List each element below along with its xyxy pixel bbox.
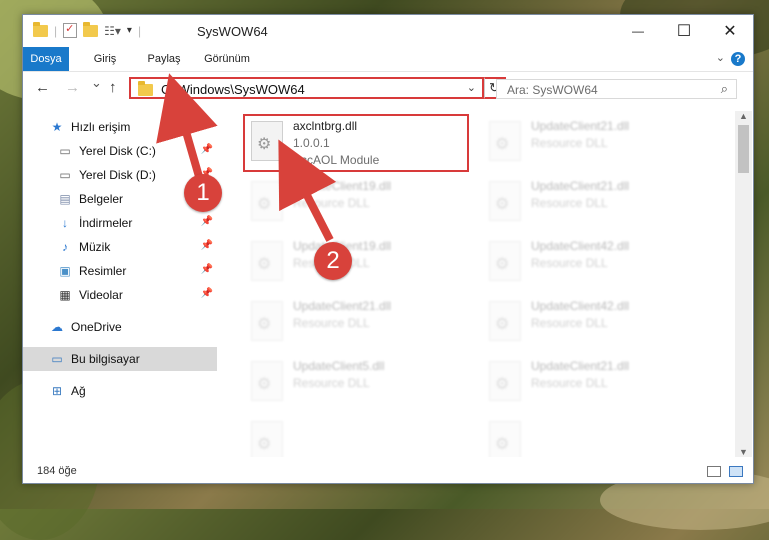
- callout-step-1: 1: [184, 174, 222, 212]
- arrow-1: [156, 73, 218, 182]
- arrow-2: [278, 139, 337, 242]
- annotation-arrows: [156, 73, 337, 242]
- callout-step-2: 2: [314, 242, 352, 280]
